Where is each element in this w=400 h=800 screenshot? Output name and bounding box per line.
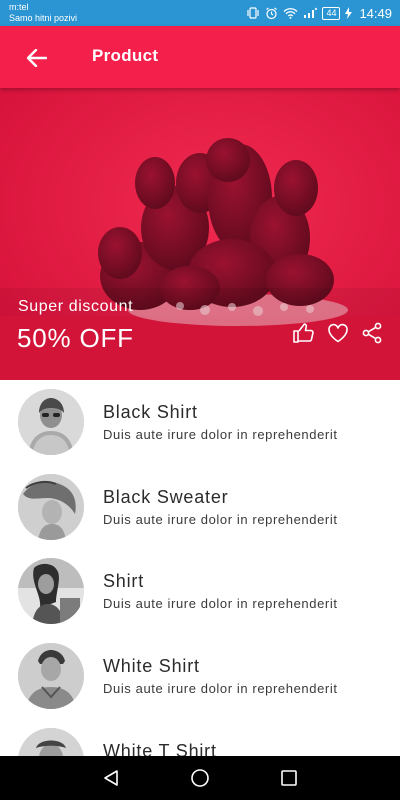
avatar — [18, 389, 84, 455]
list-item[interactable]: White T Shirt — [0, 719, 400, 756]
avatar — [18, 643, 84, 709]
hero-banner: Super discount 50% OFF — [0, 88, 400, 380]
nav-back-button[interactable] — [99, 766, 123, 790]
navigation-bar — [0, 756, 400, 800]
share-button[interactable] — [360, 321, 384, 345]
nav-recents-button[interactable] — [277, 766, 301, 790]
status-time: 14:49 — [359, 5, 392, 21]
vibrate-icon — [246, 7, 260, 19]
list-item[interactable]: Black Shirt Duis aute irure dolor in rep… — [0, 380, 400, 464]
avatar — [18, 558, 84, 624]
carrier-info: m:tel Samo hitni pozivi — [9, 2, 77, 24]
carrier-name: m:tel — [9, 2, 29, 12]
favorite-button[interactable] — [326, 321, 350, 345]
item-title: White Shirt — [103, 656, 200, 676]
avatar — [18, 728, 84, 756]
thumbs-up-icon — [293, 323, 314, 343]
signal-icon — [303, 7, 318, 19]
list-item[interactable]: Black Sweater Duis aute irure dolor in r… — [0, 465, 400, 549]
arrow-left-icon — [27, 49, 47, 67]
item-title: Shirt — [103, 571, 145, 591]
charging-icon — [345, 7, 353, 19]
list-item[interactable]: White Shirt Duis aute irure dolor in rep… — [0, 634, 400, 718]
status-icons: 44 14:49 — [246, 4, 392, 22]
share-icon — [362, 322, 382, 344]
carrier-note: Samo hitni pozivi — [9, 13, 78, 23]
hero-subtitle: Super discount — [18, 298, 134, 315]
alarm-icon — [265, 7, 278, 20]
item-description: Duis aute irure dolor in reprehenderit — [103, 681, 338, 696]
list-item[interactable]: Shirt Duis aute irure dolor in reprehend… — [0, 549, 400, 633]
hero-actions — [292, 321, 384, 345]
battery-indicator: 44 — [322, 6, 341, 20]
nav-home-button[interactable] — [188, 766, 212, 790]
item-title: White T Shirt — [103, 741, 217, 756]
item-description: Duis aute irure dolor in reprehenderit — [103, 596, 338, 611]
item-description: Duis aute irure dolor in reprehenderit — [103, 427, 338, 442]
item-title: Black Sweater — [103, 487, 229, 507]
back-triangle-icon — [104, 770, 118, 786]
item-description: Duis aute irure dolor in reprehenderit — [103, 512, 338, 527]
page-title: Product — [92, 46, 159, 65]
back-button[interactable] — [22, 43, 52, 73]
wifi-icon — [283, 7, 298, 19]
recents-square-icon — [281, 770, 297, 786]
heart-icon — [328, 323, 348, 343]
product-list: Black Shirt Duis aute irure dolor in rep… — [0, 380, 400, 756]
home-circle-icon — [191, 769, 209, 787]
status-bar: m:tel Samo hitni pozivi 44 14:49 — [0, 0, 400, 26]
hero-title: 50% OFF — [17, 323, 134, 353]
item-title: Black Shirt — [103, 402, 198, 422]
avatar — [18, 474, 84, 540]
app-bar: Product — [0, 26, 400, 88]
like-button[interactable] — [292, 321, 316, 345]
